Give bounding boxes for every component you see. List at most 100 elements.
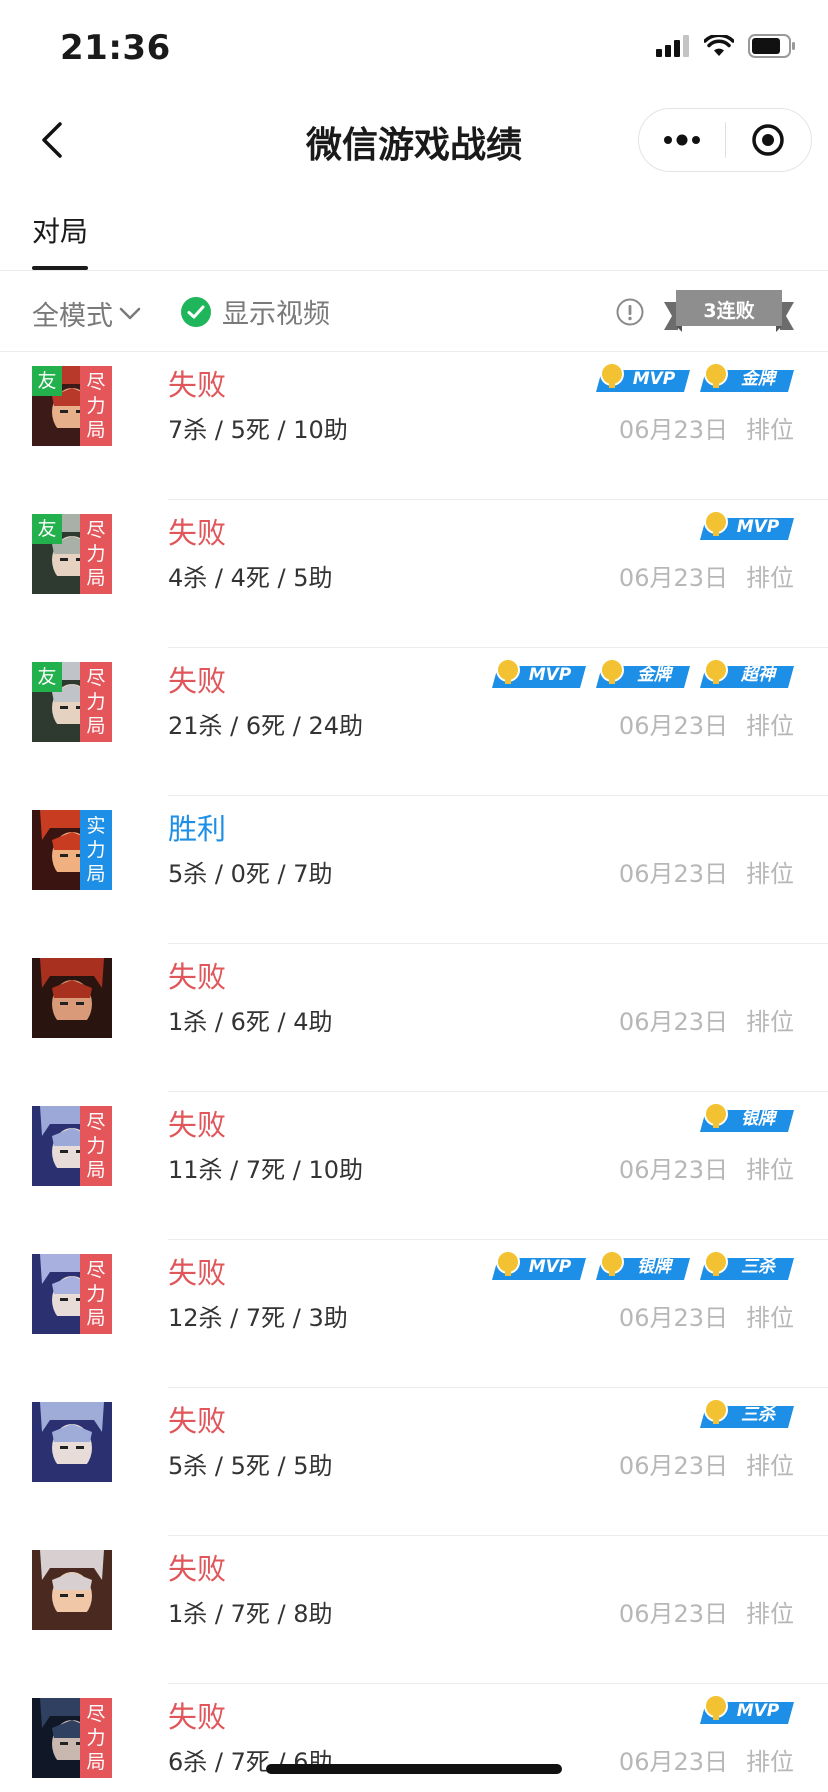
match-type-char: 实	[86, 815, 106, 837]
badge-label: 三杀	[741, 1405, 775, 1425]
match-type-char: 尽	[86, 1111, 106, 1133]
match-row[interactable]: 失败 5杀 / 5死 / 5助 06月23日 排位 三杀	[0, 1388, 828, 1536]
info-button[interactable]	[616, 298, 644, 330]
match-row[interactable]: 友尽力局失败 4杀 / 4死 / 5助 06月23日 排位 MVP	[0, 500, 828, 648]
match-mode: 排位	[746, 1156, 794, 1184]
hero-portrait-icon	[32, 1402, 112, 1482]
match-mode: 排位	[746, 1304, 794, 1332]
match-result: 失败	[168, 368, 227, 402]
achievement-badge: MVP	[700, 510, 794, 540]
match-row[interactable]: 失败 1杀 / 6死 / 4助 06月23日 排位	[0, 944, 828, 1092]
match-list[interactable]: 友尽力局失败 7杀 / 5死 / 10助 06月23日 排位 MVP 金牌友尽力局失败 4杀…	[0, 352, 828, 1792]
match-type-char: 尽	[86, 667, 106, 689]
tab-active-underline	[32, 266, 88, 270]
match-type-tag: 尽力局	[80, 1106, 112, 1186]
badge-list: MVP	[700, 510, 794, 540]
info-icon	[616, 298, 644, 326]
achievement-badge: 三杀	[700, 1398, 794, 1428]
achievement-badge: MVP	[700, 1694, 794, 1724]
match-type-char: 力	[86, 543, 106, 565]
match-type-char: 力	[86, 691, 106, 713]
badge-list: MVP	[700, 1694, 794, 1724]
match-type-char: 局	[86, 1751, 106, 1773]
mode-dropdown[interactable]: 全模式	[32, 294, 141, 333]
match-meta: 06月23日 排位	[619, 1742, 794, 1777]
hero-avatar	[32, 1402, 112, 1482]
tab-bar: 对局	[0, 196, 828, 271]
match-meta: 06月23日 排位	[619, 1594, 794, 1629]
badge-list: 三杀	[700, 1398, 794, 1428]
match-mode: 排位	[746, 1452, 794, 1480]
match-date: 06月23日	[618, 1452, 728, 1480]
match-meta: 06月23日 排位	[619, 706, 794, 741]
match-type-char: 力	[86, 839, 106, 861]
match-type-char: 局	[86, 1307, 106, 1329]
kda-stats: 11杀 / 7死 / 10助	[168, 1156, 364, 1184]
badge-label: 银牌	[741, 1109, 775, 1129]
match-type-char: 尽	[86, 1703, 106, 1725]
mini-program-capsule	[638, 108, 812, 172]
match-row[interactable]: 尽力局失败 6杀 / 7死 / 6助 06月23日 排位 MVP	[0, 1684, 828, 1792]
match-row[interactable]: 尽力局 失败 12杀 / 7死 / 3助 06月23日 排位 MVP 银牌 三杀	[0, 1240, 828, 1388]
match-meta: 06月23日 排位	[619, 1150, 794, 1185]
hero-avatar	[32, 1550, 112, 1630]
badge-label: 金牌	[741, 369, 775, 389]
match-type-tag: 尽力局	[80, 1254, 112, 1334]
badge-label: 银牌	[637, 1257, 671, 1277]
show-video-toggle[interactable]: 显示视频	[180, 292, 330, 331]
achievement-badge: 银牌	[700, 1102, 794, 1132]
match-type-char: 局	[86, 715, 106, 737]
hero-avatar	[32, 958, 112, 1038]
match-result: 失败	[168, 516, 227, 550]
losing-streak-badge: 3连败	[664, 286, 794, 336]
match-row[interactable]: 实力局 胜利 5杀 / 0死 / 7助 06月23日 排位	[0, 796, 828, 944]
match-type-char: 力	[86, 1283, 106, 1305]
match-result: 胜利	[168, 812, 227, 846]
match-row[interactable]: 失败 1杀 / 7死 / 8助 06月23日 排位	[0, 1536, 828, 1684]
kda-stats: 21杀 / 6死 / 24助	[168, 712, 364, 740]
match-type-char: 局	[86, 567, 106, 589]
nav-bar: 微信游戏战绩	[0, 96, 828, 184]
match-date: 06月23日	[618, 1304, 728, 1332]
badge-list: MVP 银牌 三杀	[492, 1250, 794, 1280]
chevron-down-icon	[119, 307, 141, 319]
kda-stats: 1杀 / 7死 / 8助	[168, 1600, 333, 1628]
kda-stats: 12杀 / 7死 / 3助	[168, 1304, 348, 1332]
achievement-badge: MVP	[492, 1250, 586, 1280]
match-row[interactable]: 友尽力局失败 21杀 / 6死 / 24助 06月23日 排位 MVP 金牌 超神	[0, 648, 828, 796]
kda-stats: 5杀 / 5死 / 5助	[168, 1452, 333, 1480]
match-type-tag: 尽力局	[80, 662, 112, 742]
match-type-char: 力	[86, 395, 106, 417]
hero-portrait-icon	[32, 958, 112, 1038]
badge-label: MVP	[632, 369, 676, 389]
kda-stats: 4杀 / 4死 / 5助	[168, 564, 333, 592]
match-meta: 06月23日 排位	[619, 1002, 794, 1037]
match-row[interactable]: 友尽力局失败 7杀 / 5死 / 10助 06月23日 排位 MVP 金牌	[0, 352, 828, 500]
match-type-tag: 尽力局	[80, 366, 112, 446]
friend-tag: 友	[32, 366, 62, 396]
badge-label: MVP	[528, 1257, 572, 1277]
filter-bar: 全模式 显示视频 3连败	[0, 272, 828, 352]
match-type-char: 尽	[86, 371, 106, 393]
match-row[interactable]: 尽力局 失败 11杀 / 7死 / 10助 06月23日 排位 银牌	[0, 1092, 828, 1240]
match-meta: 06月23日 排位	[619, 854, 794, 889]
match-type-char: 力	[86, 1135, 106, 1157]
match-date: 06月23日	[618, 416, 728, 444]
match-date: 06月23日	[618, 1600, 728, 1628]
match-date: 06月23日	[618, 1008, 728, 1036]
more-button[interactable]	[639, 109, 725, 171]
match-meta: 06月23日 排位	[619, 1446, 794, 1481]
hero-portrait-icon	[32, 1550, 112, 1630]
match-meta: 06月23日 排位	[619, 410, 794, 445]
match-type-char: 局	[86, 1159, 106, 1181]
match-result: 失败	[168, 1404, 227, 1438]
badge-list: MVP 金牌	[596, 362, 794, 392]
close-mini-program-button[interactable]	[726, 109, 812, 171]
status-time: 21:36	[60, 28, 171, 68]
battery-icon	[748, 34, 795, 58]
match-type-char: 力	[86, 1727, 106, 1749]
status-bar: 21:36	[0, 0, 828, 96]
match-meta: 06月23日 排位	[619, 558, 794, 593]
badge-label: MVP	[736, 1701, 780, 1721]
tab-matches[interactable]: 对局	[32, 210, 88, 250]
